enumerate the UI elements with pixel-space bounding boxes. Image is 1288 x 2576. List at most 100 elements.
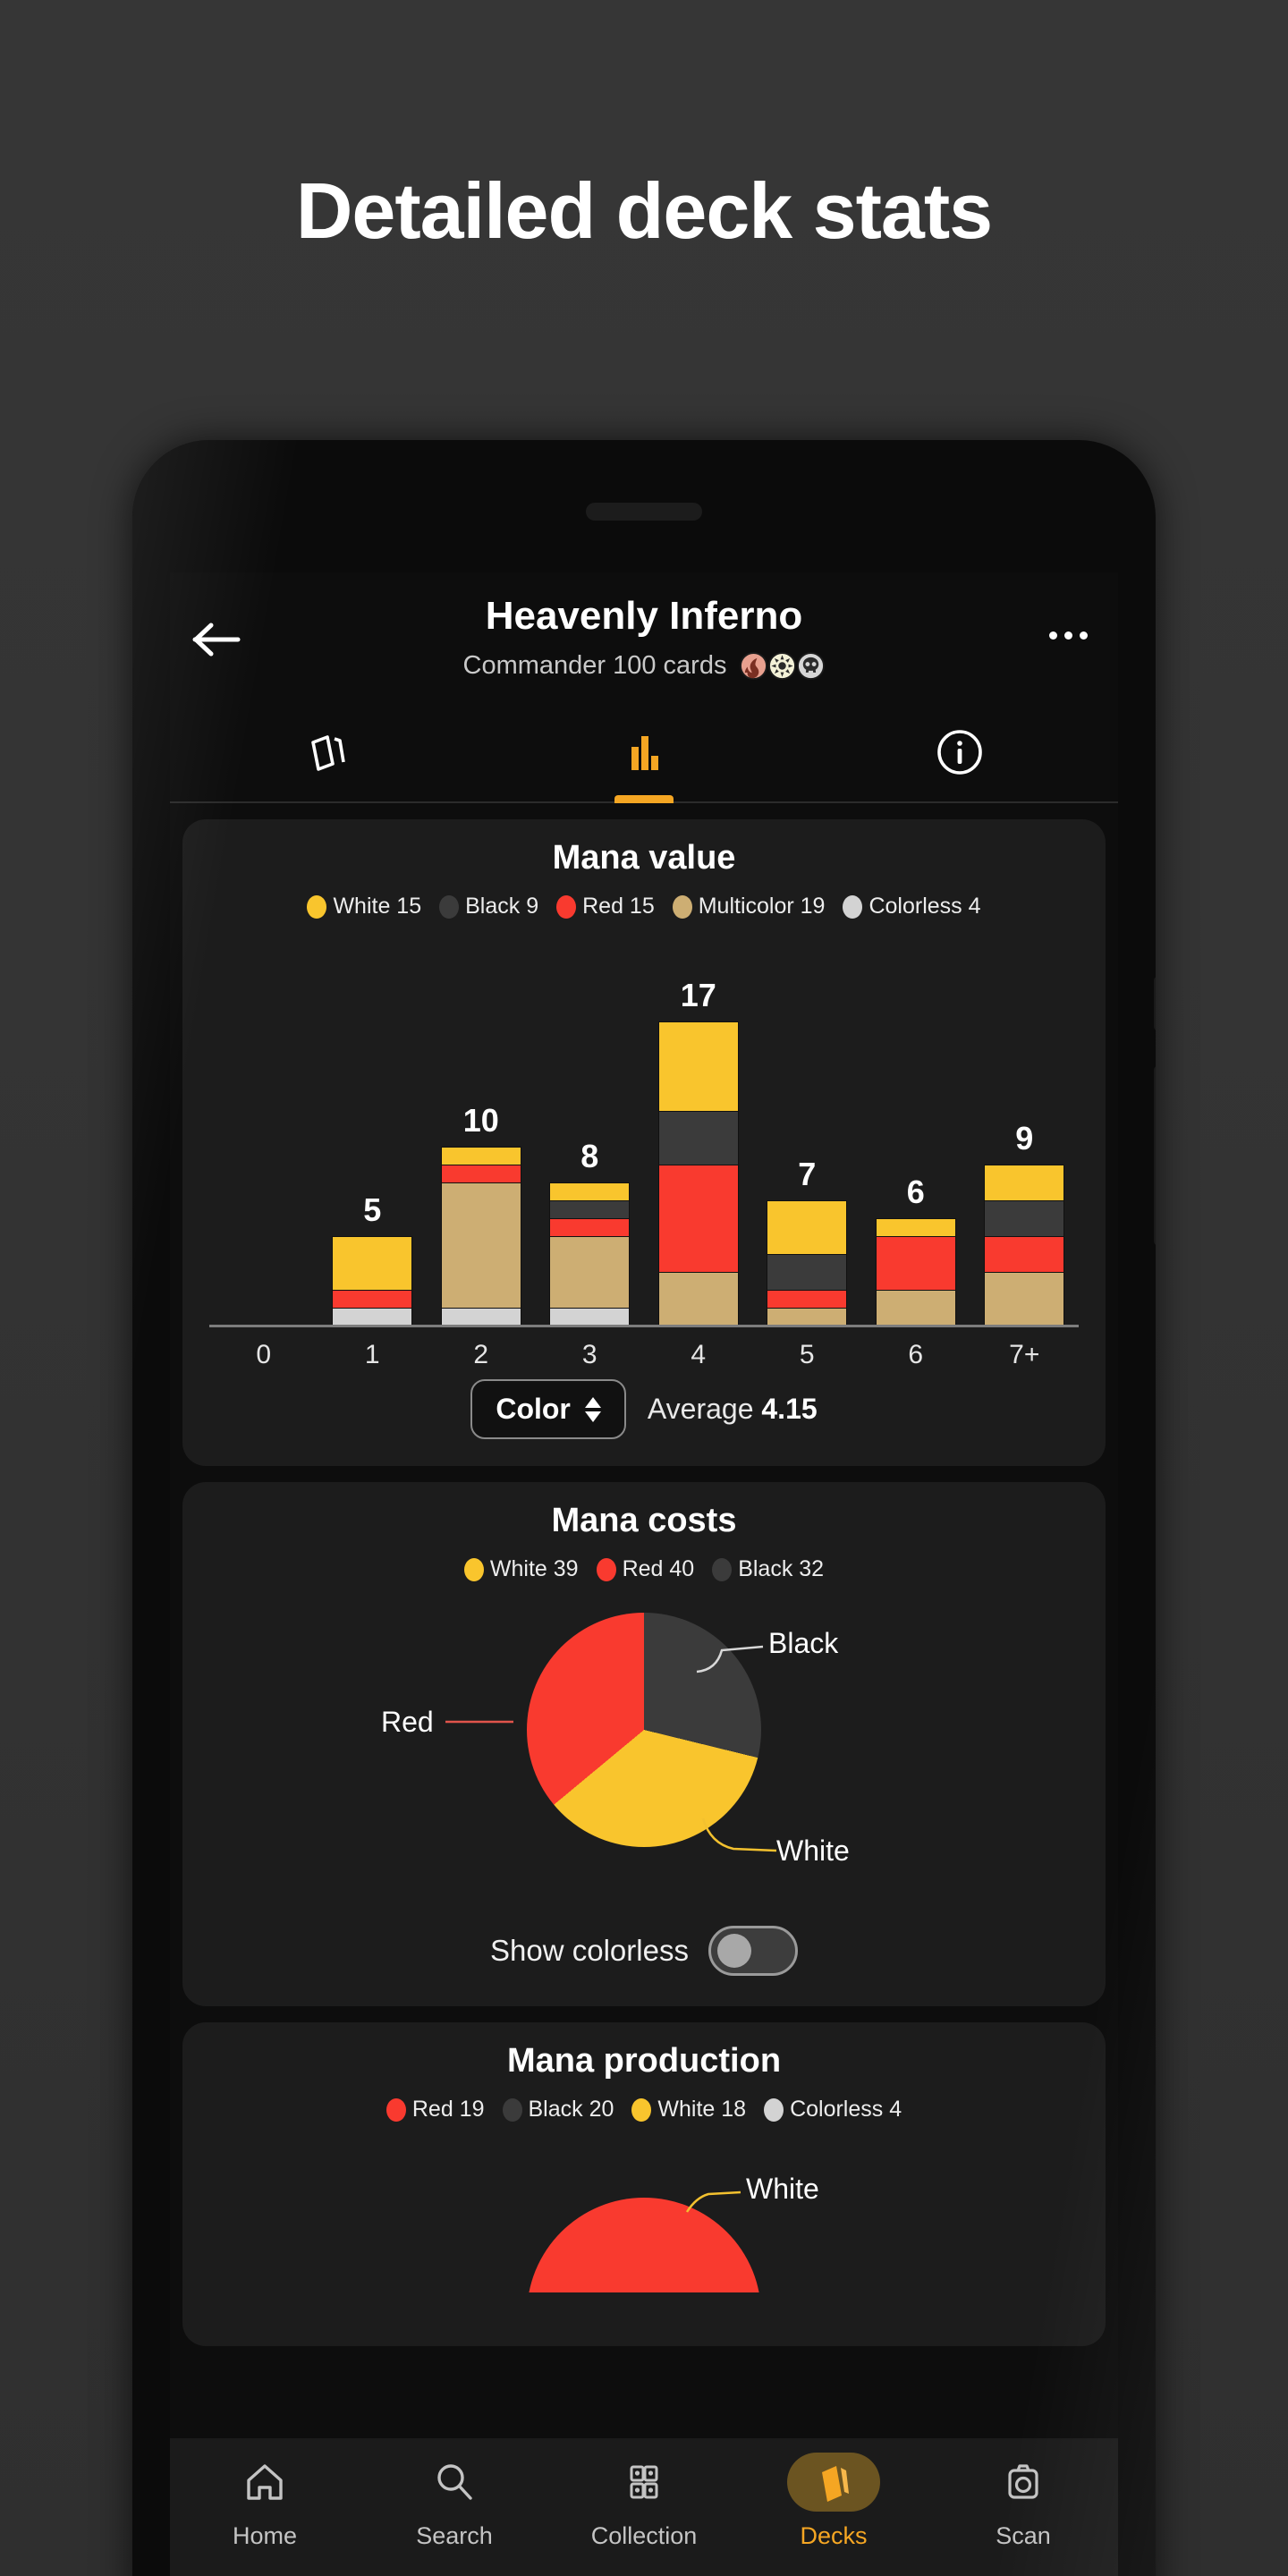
bar-segment-black <box>657 1111 739 1165</box>
chart-controls: Color Average 4.15 <box>182 1356 1106 1466</box>
pie-label-white-production: White <box>746 2173 819 2205</box>
pie-leader-white <box>701 1818 777 1852</box>
x-axis-tick: 4 <box>691 1340 707 1369</box>
pie-label-black: Black <box>768 1627 839 1659</box>
legend-label: Multicolor 19 <box>698 894 826 919</box>
app-header: Heavenly Inferno Commander 100 cards <box>170 572 1118 707</box>
phone-volume-button <box>1154 977 1156 1030</box>
bar-column: 17 <box>644 950 753 1326</box>
nav-item-decks[interactable]: Decks <box>739 2453 928 2550</box>
bar-stack <box>984 1165 1065 1326</box>
bar-segment-colorless <box>549 1308 631 1326</box>
bottom-nav-bar: Home Search Collection Decks Scan <box>170 2438 1118 2576</box>
phone-mockup: Heavenly Inferno Commander 100 cards Man… <box>132 440 1156 2576</box>
legend-color-dot <box>712 1557 733 1581</box>
select-value: Color <box>496 1393 571 1425</box>
bar-segment-multicolor <box>657 1272 739 1326</box>
bar-column: 10 <box>427 950 536 1326</box>
legend-label: Red 19 <box>411 2097 485 2122</box>
show-colorless-row: Show colorless <box>182 1908 1106 2006</box>
bar-stack <box>440 1147 521 1326</box>
legend-item: Red 19 <box>386 2097 485 2123</box>
legend-label: Red 40 <box>622 1556 695 1581</box>
bar-segment-white <box>657 1021 739 1111</box>
legend-item: White 15 <box>307 894 421 919</box>
legend-label: White 39 <box>489 1556 579 1581</box>
x-axis-line <box>209 1325 1079 1327</box>
bar-segment-red <box>875 1236 956 1290</box>
nav-label: Decks <box>800 2522 868 2549</box>
deck-subtitle: Commander 100 cards <box>462 651 727 680</box>
nav-item-collection[interactable]: Collection <box>549 2453 739 2550</box>
legend-item: Black 9 <box>439 894 538 919</box>
mana-value-legend: White 15 Black 9 Red 15 Multicolor 19 Co… <box>182 894 1106 919</box>
tab-cards[interactable] <box>170 707 486 801</box>
red-mana-symbol <box>740 652 768 680</box>
nav-item-home[interactable]: Home <box>170 2453 360 2550</box>
bar-segment-black <box>767 1254 848 1290</box>
stats-scroll-area[interactable]: Mana value White 15 Black 9 Red 15 Multi… <box>170 819 1118 2525</box>
bar-segment-white <box>984 1165 1065 1200</box>
mana-value-bar-chart: 5 10 8 17 7 6 9 0 1 2 3 4 5 6 7+ <box>209 936 1080 1369</box>
legend-color-dot <box>843 894 863 919</box>
bar-column: 7 <box>753 950 862 1326</box>
average-label: Average <box>647 1393 754 1425</box>
mana-production-card: Mana production Red 19 Black 20 White 18 <box>182 2022 1106 2346</box>
show-colorless-toggle[interactable] <box>708 1926 798 1976</box>
pie-label-white: White <box>776 1835 850 1867</box>
x-axis-tick: 7+ <box>1009 1340 1040 1369</box>
legend-label: White 15 <box>333 894 422 919</box>
dot <box>1049 631 1057 640</box>
bar-column: 8 <box>536 950 645 1326</box>
mana-production-title: Mana production <box>506 2042 782 2080</box>
legend-label: Red 15 <box>582 894 655 919</box>
bar-value-label: 7 <box>798 1156 817 1192</box>
overflow-menu-icon[interactable] <box>1049 631 1088 640</box>
legend-color-dot <box>386 2097 406 2122</box>
pie-leader-white-production <box>685 2190 741 2213</box>
legend-item: Colorless 4 <box>843 894 981 919</box>
search-icon <box>408 2453 501 2512</box>
tab-stats[interactable] <box>486 707 801 803</box>
legend-item: Colorless 4 <box>764 2097 902 2123</box>
nav-item-scan[interactable]: Scan <box>928 2453 1118 2550</box>
legend-color-dot <box>307 894 327 919</box>
mana-costs-pie-chart: Black Red White <box>182 1613 1106 1908</box>
color-grouping-select[interactable]: Color <box>470 1379 626 1439</box>
bar-segment-white <box>332 1236 413 1290</box>
legend-item: Red 40 <box>596 1556 695 1582</box>
bar-stack <box>657 1021 739 1326</box>
bar-value-label: 17 <box>680 977 716 1013</box>
bar-segment-red <box>657 1165 739 1272</box>
bar-segment-red <box>984 1236 1065 1272</box>
deck-title: Heavenly Inferno <box>485 594 803 638</box>
legend-item: White 39 <box>463 1556 579 1582</box>
collection-icon <box>597 2453 691 2512</box>
legend-label: Black 9 <box>465 894 539 919</box>
phone-power-button <box>1154 1066 1156 1245</box>
legend-item: Red 15 <box>556 894 655 919</box>
mana-production-pie-chart: White <box>182 2158 1106 2292</box>
legend-label: Colorless 4 <box>790 2097 902 2122</box>
tab-active-indicator <box>614 795 674 803</box>
bar-segment-black <box>984 1200 1065 1236</box>
bar-segment-multicolor <box>440 1182 521 1308</box>
bar-segment-red <box>440 1165 521 1182</box>
tab-info[interactable] <box>802 707 1118 801</box>
nav-label: Search <box>416 2522 493 2549</box>
legend-color-dot <box>764 2097 784 2122</box>
pie-leader-red <box>445 1720 513 1724</box>
stepper-icon <box>584 1396 601 1422</box>
white-mana-symbol <box>768 652 797 680</box>
bar-segment-white <box>875 1218 956 1236</box>
legend-color-dot <box>672 894 692 919</box>
nav-item-search[interactable]: Search <box>360 2453 549 2550</box>
bar-value-label: 10 <box>462 1102 499 1139</box>
bar-column: 9 <box>970 950 1080 1326</box>
toggle-knob <box>716 1934 751 1968</box>
chevron-up-icon <box>584 1396 601 1408</box>
legend-label: Black 20 <box>528 2097 614 2122</box>
legend-item: White 18 <box>631 2097 746 2123</box>
bar-segment-colorless <box>440 1308 521 1326</box>
legend-item: Black 20 <box>502 2097 614 2123</box>
